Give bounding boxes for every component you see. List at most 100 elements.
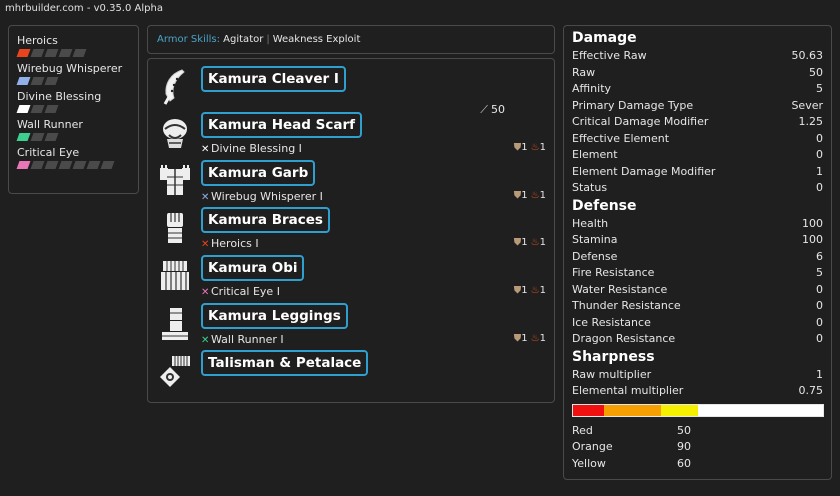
skill-level-pip [16, 77, 31, 85]
stat-value: 1 [816, 164, 823, 178]
sharpness-label: Yellow [572, 456, 606, 470]
skill-summary-name: Wall Runner [17, 118, 83, 131]
stat-row: Status 0 [572, 180, 823, 197]
sharpness-segment-orange [604, 404, 661, 416]
stat-label: Affinity [572, 82, 612, 95]
fire-icon: ♨ [530, 333, 540, 344]
skill-level-pip [100, 161, 115, 169]
equipment-resistances: ⛊1 ♨1 [513, 190, 546, 201]
equipment-resistances: ⛊1 ♨1 [513, 237, 546, 248]
skill-summary-name: Heroics [17, 34, 58, 47]
stat-value: 100 [802, 216, 823, 230]
stat-row: Elemental multiplier 0.75 [572, 383, 823, 400]
stat-row: Thunder Resistance 0 [572, 298, 823, 315]
sharpness-bar [572, 403, 824, 417]
stat-row: Element 0 [572, 147, 823, 164]
equipment-row-weapon: Kamura Cleaver I ⟋ 50 [156, 66, 546, 116]
equipment-name-button[interactable]: Kamura Head Scarf [201, 112, 363, 138]
arms-icon [158, 209, 192, 247]
equipment-name-button[interactable]: Talisman & Petalace [201, 350, 369, 376]
skill-level-pip [44, 133, 59, 141]
legs-icon [158, 305, 192, 343]
skill-summary-item[interactable]: Wirebug Whisperer [16, 62, 138, 85]
equipment-row-head: Kamura Head Scarf ✕ Divine Blessing I ⛊1 ♨… [156, 112, 546, 156]
stat-row: Dragon Resistance 0 [572, 331, 823, 348]
skill-cross-icon: ✕ [201, 144, 210, 155]
equipment-name-button[interactable]: Kamura Obi [201, 255, 305, 281]
equipment-skill: ✕ Critical Eye I [201, 285, 280, 298]
equipment-skill: ✕ Heroics I [201, 237, 259, 250]
stat-row: Raw multiplier 1 [572, 367, 823, 384]
sharpness-row: Yellow 60 [572, 456, 823, 473]
armor-skill-weakness-exploit[interactable]: Weakness Exploit [273, 34, 361, 45]
skill-level-pip [72, 49, 87, 57]
skill-level-pip [72, 161, 87, 169]
skill-level-pip [44, 77, 59, 85]
stat-row: Primary Damage Type Sever [572, 98, 823, 115]
armor-skills-label: Armor Skills: [157, 34, 220, 45]
equipment-name-button[interactable]: Kamura Cleaver I [201, 66, 346, 92]
stat-value: 0.75 [798, 384, 824, 397]
stat-value: 0 [816, 299, 823, 312]
stat-row: Fire Resistance 5 [572, 265, 823, 282]
skill-level-pip [30, 77, 45, 85]
skill-level-bars [16, 133, 138, 141]
stat-row: Element Damage Modifier 1 [572, 164, 823, 181]
skill-summary-item[interactable]: Heroics [16, 34, 138, 57]
sharpness-value: 90 [677, 440, 691, 453]
skill-summary-item[interactable]: Divine Blessing [16, 90, 138, 113]
stat-label: Element [572, 148, 618, 161]
sharpness-modifiers-list: Raw multiplier 1 Elemental multiplier 0.75 [572, 367, 823, 400]
sharpness-label: Red [572, 423, 593, 437]
equipment-resistances: ⛊1 ♨1 [513, 285, 546, 296]
fire-icon: ♨ [530, 237, 540, 248]
stat-row: Health 100 [572, 216, 823, 233]
skill-cross-icon: ✕ [201, 335, 210, 346]
stat-label: Stamina [572, 233, 618, 246]
stat-value: 0 [816, 148, 823, 161]
stat-value: 50.63 [791, 49, 824, 62]
equipment-row-chest: Kamura Garb ✕ Wirebug Whisperer I ⛊1 ♨1 [156, 160, 546, 204]
stat-label: Dragon Resistance [572, 332, 676, 345]
skill-level-pip [16, 49, 31, 57]
equipment-row-arms: Kamura Braces ✕ Heroics I ⛊1 ♨1 [156, 207, 546, 251]
stat-label: Fire Resistance [572, 266, 655, 279]
defense-section-title: Defense [572, 197, 637, 214]
skill-level-pip [58, 49, 73, 57]
equipment-panel: Kamura Cleaver I ⟋ 50 Kamura Head Scarf ✕… [147, 58, 555, 403]
stat-row: Stamina 100 [572, 232, 823, 249]
skills-summary-panel: Heroics Wirebug Whisperer Divine Blessing W… [8, 25, 139, 194]
skill-level-pip [16, 105, 31, 113]
skill-level-pip [58, 161, 73, 169]
skill-level-bars [16, 49, 138, 57]
stat-row: Defense 6 [572, 249, 823, 266]
equipment-name-button[interactable]: Kamura Braces [201, 207, 330, 233]
stat-label: Raw multiplier [572, 367, 652, 381]
equipment-row-legs: Kamura Leggings ✕ Wall Runner I ⛊1 ♨1 [156, 303, 546, 347]
skill-summary-item[interactable]: Critical Eye [16, 146, 138, 169]
skill-level-pip [30, 105, 45, 113]
armor-skill-agitator[interactable]: Agitator [223, 34, 263, 45]
skill-cross-icon: ✕ [201, 192, 210, 203]
equipment-name-button[interactable]: Kamura Garb [201, 160, 316, 186]
fire-icon: ♨ [530, 285, 540, 296]
damage-stats-list: Effective Raw 50.63 Raw 50 Affinity 5 Primary … [572, 48, 823, 197]
skill-cross-icon: ✕ [201, 239, 210, 250]
equipment-row-talisman: Talisman & Petalace [156, 350, 546, 394]
equipment-name-button[interactable]: Kamura Leggings [201, 303, 348, 329]
greatsword-icon [158, 68, 192, 106]
skill-summary-item[interactable]: Wall Runner [16, 118, 138, 141]
stat-value: 5 [816, 266, 823, 279]
stat-value: 0 [816, 282, 823, 296]
sharpness-row: Red 50 [572, 423, 823, 440]
fire-icon: ♨ [530, 190, 540, 201]
stat-label: Status [572, 181, 608, 194]
stat-value: 1 [816, 367, 823, 381]
stat-row: Effective Raw 50.63 [572, 48, 823, 65]
stat-label: Health [572, 216, 609, 230]
armor-skills-bar: Armor Skills: Agitator | Weakness Exploit [147, 25, 555, 54]
skill-level-pip [86, 161, 101, 169]
stat-label: Raw [572, 65, 596, 79]
stat-label: Primary Damage Type [572, 98, 694, 112]
stat-row: Water Resistance 0 [572, 282, 823, 299]
